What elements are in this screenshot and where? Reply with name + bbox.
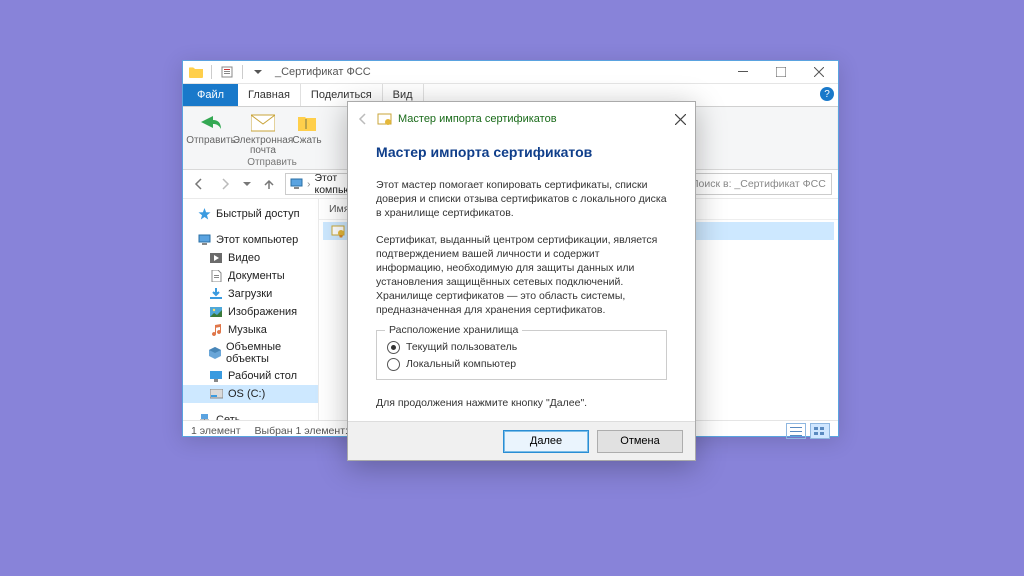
wizard-close-button[interactable] [673,112,687,126]
back-arrow-icon [356,112,370,126]
nav-tree: Быстрый доступ Этот компьютер Видео Доку… [183,199,319,420]
network-icon [197,413,211,420]
certificate-wizard-icon [376,111,392,127]
tree-os-c[interactable]: OS (C:) [183,385,318,403]
download-icon [209,287,223,301]
nav-up[interactable] [259,174,279,194]
video-icon [209,251,223,265]
tree-pictures[interactable]: Изображения [183,303,318,321]
maximize-button[interactable] [762,61,800,83]
close-button[interactable] [800,61,838,83]
store-location-group: Расположение хранилища Текущий пользоват… [376,330,667,380]
search-input[interactable]: Поиск в: _Сертификат ФСС [672,173,832,195]
tree-videos[interactable]: Видео [183,249,318,267]
ribbon-zip[interactable]: Сжать [291,109,323,156]
doc-icon [209,269,223,283]
titlebar: _Сертификат ФСС [183,61,838,84]
nav-back[interactable] [189,174,209,194]
star-icon [197,207,211,221]
window-title: _Сертификат ФСС [275,66,371,78]
tree-desktop[interactable]: Рабочий стол [183,367,318,385]
tree-quick-access[interactable]: Быстрый доступ [183,205,318,223]
nav-forward[interactable] [215,174,235,194]
tree-music[interactable]: Музыка [183,321,318,339]
desktop-icon [209,369,223,383]
zip-icon [293,111,321,135]
cancel-button[interactable]: Отмена [597,430,683,453]
wizard-footer: Далее Отмена [348,421,695,460]
next-button[interactable]: Далее [503,430,589,453]
nav-history[interactable] [241,174,253,194]
certificate-import-wizard: Мастер импорта сертификатов Мастер импор… [347,101,696,461]
group-legend: Расположение хранилища [385,324,522,336]
wizard-paragraph-2: Сертификат, выданный центром сертификаци… [376,233,667,318]
status-count: 1 элемент [191,425,241,437]
radio-icon [387,358,400,371]
music-icon [209,323,223,337]
tree-this-pc[interactable]: Этот компьютер [183,231,318,249]
properties-icon[interactable] [220,65,234,79]
wizard-header: Мастер импорта сертификатов [348,102,695,136]
ribbon-email[interactable]: Электронная почта [239,109,287,156]
minimize-button[interactable] [724,61,762,83]
tree-3d-objects[interactable]: Объемные объекты [183,339,318,367]
email-icon [249,111,277,135]
drive-icon [209,387,223,401]
share-icon [197,111,225,135]
cube-icon [209,346,221,360]
view-icons-button[interactable] [810,423,830,439]
ribbon-group-label: Отправить [187,157,357,169]
wizard-continue-hint: Для продолжения нажмите кнопку "Далее". [376,396,667,410]
view-details-button[interactable] [786,423,806,439]
wizard-heading: Мастер импорта сертификатов [376,144,667,160]
wizard-header-title: Мастер импорта сертификатов [398,113,557,125]
certificate-icon [331,224,345,238]
ribbon-send[interactable]: Отправить [187,109,235,156]
dropdown-icon[interactable] [251,65,265,79]
tab-file[interactable]: Файл [183,84,238,106]
radio-current-user[interactable]: Текущий пользователь [387,339,656,356]
image-icon [209,305,223,319]
tree-network[interactable]: Сеть [183,411,318,420]
radio-local-computer[interactable]: Локальный компьютер [387,356,656,373]
tree-downloads[interactable]: Загрузки [183,285,318,303]
tree-documents[interactable]: Документы [183,267,318,285]
tab-home[interactable]: Главная [238,84,301,106]
wizard-paragraph-1: Этот мастер помогает копировать сертифик… [376,178,667,221]
help-icon[interactable]: ? [820,87,834,101]
pc-icon [197,233,211,247]
folder-icon [189,65,203,79]
pc-icon [290,178,303,190]
radio-icon [387,341,400,354]
